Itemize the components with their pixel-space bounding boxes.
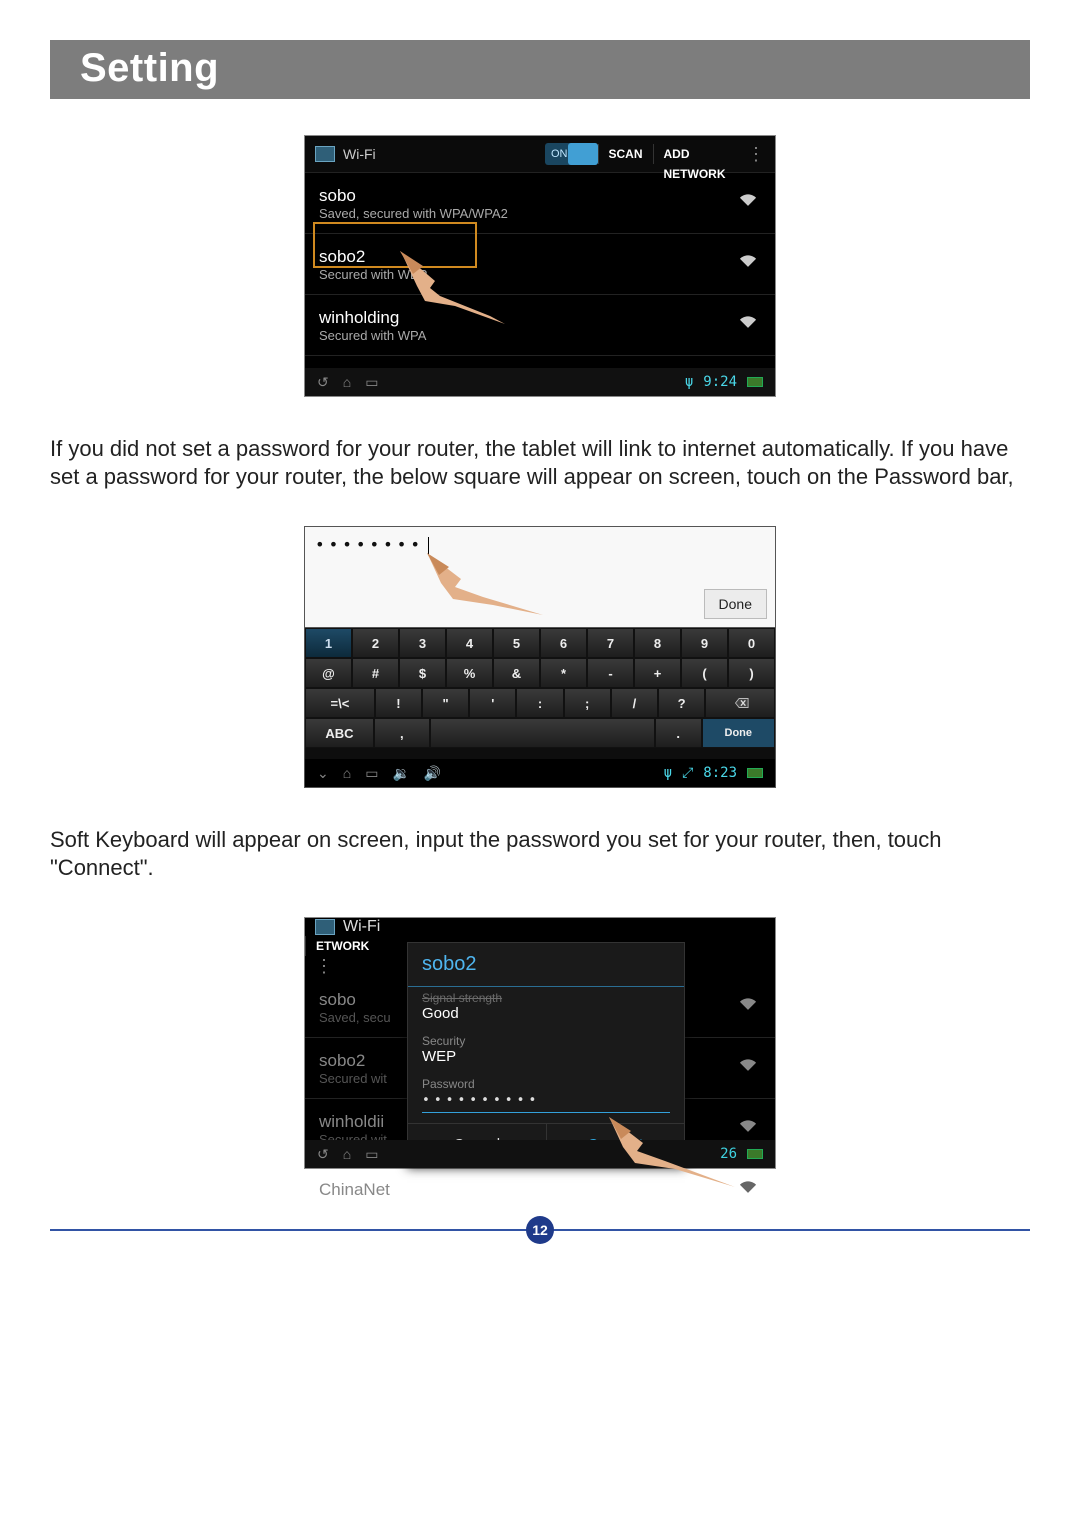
keyboard-key[interactable]: 3: [399, 628, 446, 658]
wifi-list-screenshot: Wi-Fi ON SCAN ADD NETWORK ⋮ sobo Saved, …: [304, 135, 776, 397]
keyboard-key[interactable]: Done: [702, 718, 775, 748]
home-icon[interactable]: ⌂: [343, 765, 351, 781]
scan-button[interactable]: SCAN: [598, 144, 653, 164]
keyboard-key[interactable]: (: [681, 658, 728, 688]
back-icon[interactable]: ↺: [317, 374, 329, 391]
wifi-settings-icon: [315, 919, 335, 935]
wifi-settings-icon: [315, 146, 335, 162]
security-label: Security: [408, 1030, 684, 1048]
back-icon[interactable]: ↺: [317, 1146, 329, 1163]
password-label: Password: [408, 1073, 684, 1091]
system-navbar: ⌄ ⌂ ▭ 🔉 🔊 ψ ⤢ 8:23: [305, 759, 775, 787]
keyboard-key[interactable]: :: [516, 688, 563, 718]
keyboard-key[interactable]: !: [375, 688, 422, 718]
signal-strength-label: Signal strength: [408, 987, 684, 1005]
keyboard-key[interactable]: %: [446, 658, 493, 688]
keyboard-key[interactable]: =\<: [305, 688, 375, 718]
keyboard-key[interactable]: /: [611, 688, 658, 718]
keyboard-key[interactable]: 8: [634, 628, 681, 658]
home-icon[interactable]: ⌂: [343, 374, 351, 390]
section-heading: Setting: [50, 40, 1030, 99]
keyboard-key[interactable]: 6: [540, 628, 587, 658]
clock-time: 8:23: [703, 765, 737, 781]
usb-icon: ψ: [664, 765, 672, 781]
recents-icon[interactable]: ▭: [365, 374, 378, 391]
done-button[interactable]: Done: [704, 589, 767, 619]
volume-down-icon[interactable]: 🔉: [392, 765, 409, 782]
soft-keyboard[interactable]: 1234567890 @#$%&*-+() =\<!"':;/? ABC,.Do…: [305, 628, 775, 748]
keyboard-key[interactable]: 9: [681, 628, 728, 658]
volume-up-icon[interactable]: 🔊: [424, 765, 441, 782]
keyboard-screenshot: •••••••• Done 1234567890 @#$%&*-+() =\<!…: [304, 526, 776, 788]
security-value: WEP: [408, 1048, 684, 1073]
keyboard-key[interactable]: 1: [305, 628, 352, 658]
home-icon[interactable]: ⌂: [343, 1146, 351, 1162]
keyboard-key[interactable]: 0: [728, 628, 775, 658]
network-row[interactable]: winholding Secured with WPA: [305, 295, 775, 356]
password-mask: ••••••••: [315, 535, 424, 554]
network-name: sobo: [319, 186, 761, 206]
keyboard-key[interactable]: @: [305, 658, 352, 688]
wifi-title: Wi-Fi: [343, 146, 376, 162]
overflow-menu-icon[interactable]: ⋮: [737, 144, 775, 165]
keyboard-key[interactable]: [430, 718, 655, 748]
battery-icon: [747, 768, 763, 778]
system-navbar: ↺ ⌂ ▭ ψ 9:24: [305, 368, 775, 396]
highlight-box: [313, 222, 477, 268]
keyboard-key[interactable]: ': [469, 688, 516, 718]
password-input[interactable]: ••••••••••: [422, 1093, 670, 1113]
password-area: •••••••• Done: [305, 527, 775, 628]
instruction-text-2: Soft Keyboard will appear on screen, inp…: [50, 826, 1030, 881]
add-network-button[interactable]: ADD NETWORK: [653, 144, 737, 164]
connect-dialog-screenshot: Wi-Fi ETWORK ⋮ sobo Saved, secu sobo2 Se…: [304, 917, 776, 1169]
signal-strength-value: Good: [408, 1005, 684, 1030]
keyboard-key[interactable]: 2: [352, 628, 399, 658]
instruction-text-1: If you did not set a password for your r…: [50, 435, 1030, 490]
keyboard-key[interactable]: 4: [446, 628, 493, 658]
expand-icon: ⤢: [682, 765, 693, 781]
recents-icon[interactable]: ▭: [365, 1146, 378, 1163]
keyboard-key[interactable]: ": [422, 688, 469, 718]
keyboard-key[interactable]: &: [493, 658, 540, 688]
pointer-hand-icon: [605, 1113, 745, 1198]
keyboard-key[interactable]: 7: [587, 628, 634, 658]
keyboard-key[interactable]: ,: [374, 718, 430, 748]
pointer-hand-icon: [423, 549, 563, 624]
keyboard-key[interactable]: 5: [493, 628, 540, 658]
keyboard-key[interactable]: ABC: [305, 718, 374, 748]
keyboard-key[interactable]: ?: [658, 688, 705, 718]
hide-keyboard-icon[interactable]: ⌄: [317, 765, 329, 782]
wifi-topbar: Wi-Fi ON SCAN ADD NETWORK ⋮: [305, 136, 775, 173]
network-sub: Secured with WPA: [319, 328, 761, 343]
keyboard-key[interactable]: *: [540, 658, 587, 688]
wifi-signal-icon: [739, 255, 757, 274]
page-number-badge: 12: [526, 1216, 554, 1244]
battery-icon: [747, 377, 763, 387]
wifi-signal-icon: [739, 316, 757, 335]
recents-icon[interactable]: ▭: [365, 765, 378, 782]
wifi-toggle[interactable]: ON: [545, 143, 598, 165]
network-name: winholding: [319, 308, 761, 328]
keyboard-key[interactable]: #: [352, 658, 399, 688]
clock-time: 9:24: [703, 374, 737, 390]
wifi-signal-icon: [739, 1059, 757, 1078]
backspace-key[interactable]: [705, 688, 775, 718]
password-field[interactable]: ••••••••: [315, 535, 429, 555]
keyboard-key[interactable]: $: [399, 658, 446, 688]
battery-icon: [747, 1149, 763, 1159]
dialog-title: sobo2: [408, 943, 684, 987]
keyboard-key[interactable]: ): [728, 658, 775, 688]
network-sub: Saved, secured with WPA/WPA2: [319, 206, 761, 221]
keyboard-key[interactable]: -: [587, 658, 634, 688]
wifi-toggle-label: ON: [545, 148, 568, 160]
network-sub: Secured with WEP: [319, 267, 761, 282]
keyboard-key[interactable]: +: [634, 658, 681, 688]
wifi-signal-icon: [739, 998, 757, 1017]
keyboard-key[interactable]: .: [655, 718, 702, 748]
keyboard-key[interactable]: ;: [564, 688, 611, 718]
wifi-signal-icon: [739, 194, 757, 213]
wifi-title: Wi-Fi: [343, 918, 380, 936]
usb-icon: ψ: [685, 374, 693, 390]
